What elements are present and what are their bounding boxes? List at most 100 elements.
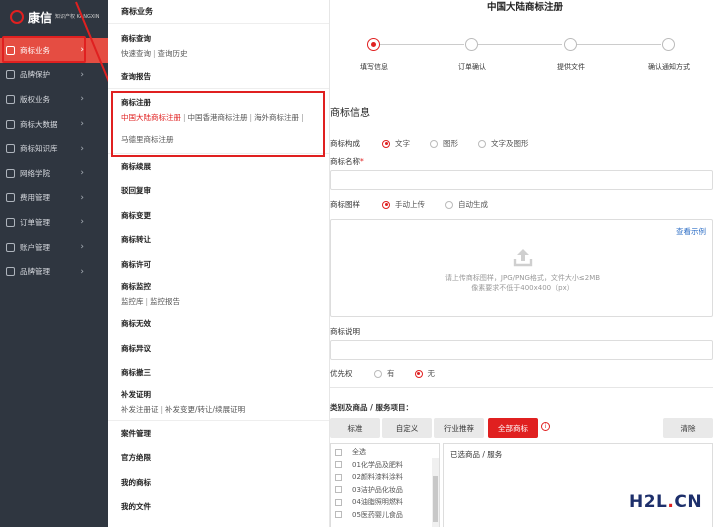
upload-hint-size: 像素要求不低于400x400（px） (471, 284, 574, 292)
radio-indicator (374, 369, 382, 378)
brand-icon (6, 267, 15, 277)
sidebar-item-2[interactable]: 版权业务 › (0, 87, 108, 112)
class-list-label: 04油脂照明燃料 (352, 498, 403, 507)
submenu-item[interactable]: 我的文件 (108, 495, 329, 520)
checkbox[interactable] (335, 498, 342, 506)
checkbox[interactable] (335, 473, 342, 481)
sidebar-item-label: 版权业务 (20, 94, 50, 104)
step-connector (577, 44, 661, 45)
sidebar-item-9[interactable]: 品牌管理 › (0, 259, 108, 284)
trademark-name-input[interactable] (330, 170, 713, 190)
submenu-item[interactable]: 官方绝限 (108, 446, 329, 471)
submenu-item[interactable]: 我的商标 (108, 470, 329, 495)
selected-goods-panel: 已选商品 / 服务 (443, 443, 713, 527)
submenu-item[interactable]: 商标续展 (108, 154, 329, 179)
radio-manual-upload[interactable]: 手动上传 (382, 199, 425, 210)
tab-custom[interactable]: 自定义 (382, 418, 432, 438)
radio-indicator (382, 200, 390, 209)
submenu-group-query: 商标查询 快速查询 | 查询历史 (108, 24, 329, 64)
clear-button[interactable]: 清除 (663, 418, 713, 438)
link-reissue-proof[interactable]: 补发变更/转让/续展证明 (165, 405, 245, 414)
upload-dropzone[interactable]: 查看示例 请上传商标图样，JPG/PNG格式，文件大小≤2MB 像素要求不低于4… (330, 219, 713, 317)
sidebar-item-5[interactable]: 网络学院 › (0, 161, 108, 186)
link-quick-query[interactable]: 快速查询 (121, 49, 151, 58)
composition-options: 文字 图形 文字及图形 (382, 138, 549, 149)
radio-indicator (414, 369, 423, 378)
submenu-item[interactable]: 商标异议 (108, 336, 329, 361)
sidebar-item-7[interactable]: 订单管理 › (0, 210, 108, 235)
progress-steps: 填写信息 订单确认 提供文件 确认通知方式 (330, 34, 720, 74)
sidebar-item-4[interactable]: 商标知识库 › (0, 136, 108, 161)
class-list-item[interactable]: 04油脂照明燃料 (331, 496, 439, 509)
radio-graphic[interactable]: 图形 (430, 138, 458, 149)
account-icon (6, 242, 15, 252)
radio-priority-no[interactable]: 无 (414, 368, 436, 379)
submenu-item[interactable]: 商标无效 (108, 312, 329, 337)
description-input[interactable] (330, 340, 713, 360)
submenu-item[interactable]: 案件管理 (108, 421, 329, 446)
submenu-title-query: 商标查询 (121, 34, 151, 43)
link-monitor-report[interactable]: 监控报告 (150, 297, 180, 306)
class-list-item[interactable]: 03洁护品化妆品 (331, 484, 439, 497)
sidebar: 康信 知识产权 KANGXIN 商标业务 › 品牌保护 › 版权业务 › 商标大数据 › 商标知… (0, 0, 108, 527)
class-list-item[interactable]: 全选 (331, 446, 439, 459)
school-icon (6, 168, 15, 178)
submenu-item-report[interactable]: 查询报告 (108, 64, 329, 88)
submenu-item[interactable]: 商标转让 (108, 228, 329, 253)
class-list-item[interactable]: 01化学品及肥料 (331, 459, 439, 472)
page-title: 中国大陆商标注册 (486, 2, 563, 13)
link-query-history[interactable]: 查询历史 (158, 49, 188, 58)
sidebar-item-3[interactable]: 商标大数据 › (0, 112, 108, 137)
brand-logo[interactable]: 康信 知识产权 KANGXIN (0, 0, 108, 34)
watermark-part1: H2L (629, 492, 668, 512)
submenu-item[interactable]: 驳回复审 (108, 179, 329, 204)
radio-text-and-graphic[interactable]: 文字及图形 (478, 138, 529, 149)
brand-name: 康信 (28, 10, 53, 25)
view-example-link[interactable]: 查看示例 (676, 226, 706, 237)
chevron-right-icon: › (80, 168, 84, 179)
radio-auto-generate[interactable]: 自动生成 (445, 199, 488, 210)
goods-label: 类别及商品 / 服务项目： (330, 403, 413, 412)
radio-priority-yes[interactable]: 有 (374, 368, 395, 379)
submenu-group-monitor: 商标监控 监控库 | 监控报告 (108, 277, 329, 312)
sidebar-item-label: 品牌保护 (20, 70, 50, 80)
link-monitor-library[interactable]: 监控库 (121, 297, 144, 306)
sidebar-item-8[interactable]: 账户管理 › (0, 235, 108, 260)
class-list-label: 全选 (352, 448, 366, 457)
info-icon[interactable]: i (541, 422, 550, 431)
chevron-right-icon: › (80, 217, 84, 228)
radio-text[interactable]: 文字 (382, 138, 410, 149)
class-list-scrollbar[interactable] (432, 458, 439, 527)
class-list-label: 01化学品及肥料 (352, 460, 403, 469)
sidebar-item-6[interactable]: 费用管理 › (0, 186, 108, 211)
class-list-item[interactable]: 02颜料漆料涂料 (331, 471, 439, 484)
submenu-title-monitor: 商标监控 (121, 281, 151, 291)
class-rows: 全选 01化学品及肥料 02颜料漆料涂料 03洁护品化妆品 04油脂照明燃料 05医药婴儿… (331, 446, 439, 521)
submenu-item[interactable]: 商标变更 (108, 203, 329, 228)
watermark: H2L.CN (629, 492, 702, 512)
name-label: 商标名称* (330, 157, 364, 166)
checkbox[interactable] (335, 511, 342, 519)
pattern-options: 手动上传 自动生成 (382, 199, 508, 210)
checkbox[interactable] (335, 448, 342, 456)
class-list-label: 02颜料漆料涂料 (352, 473, 403, 482)
tab-industry-recommend[interactable]: 行业推荐 (434, 418, 484, 438)
submenu-group-cert: 补发证明 补发注册证 | 补发变更/转让/续展证明 (108, 385, 329, 420)
radio-priority-no-label: 无 (427, 369, 436, 378)
upload-hint-format: 请上传商标图样，JPG/PNG格式，文件大小≤2MB (444, 274, 601, 282)
sidebar-item-1[interactable]: 品牌保护 › (0, 63, 108, 88)
checkbox[interactable] (335, 461, 342, 469)
radio-indicator (445, 200, 453, 209)
divider (330, 387, 713, 388)
tab-standard[interactable]: 标准 (330, 418, 380, 438)
link-reissue-certificate[interactable]: 补发注册证 (121, 405, 159, 414)
submenu-item[interactable]: 商标许可 (108, 252, 329, 277)
class-list-item[interactable]: 05医药婴儿食品 (331, 509, 439, 522)
checkbox[interactable] (335, 486, 342, 494)
scrollbar-thumb[interactable] (433, 476, 438, 522)
chevron-right-icon: › (80, 192, 84, 203)
fee-icon (6, 193, 15, 203)
submenu-item[interactable]: 商标撤三 (108, 361, 329, 386)
sidebar-menu: 商标业务 › 品牌保护 › 版权业务 › 商标大数据 › 商标知识库 › 网络学院 › 费用管理 › 订单管… (0, 38, 108, 284)
tab-all-trademarks[interactable]: 全部商标 (488, 418, 538, 438)
